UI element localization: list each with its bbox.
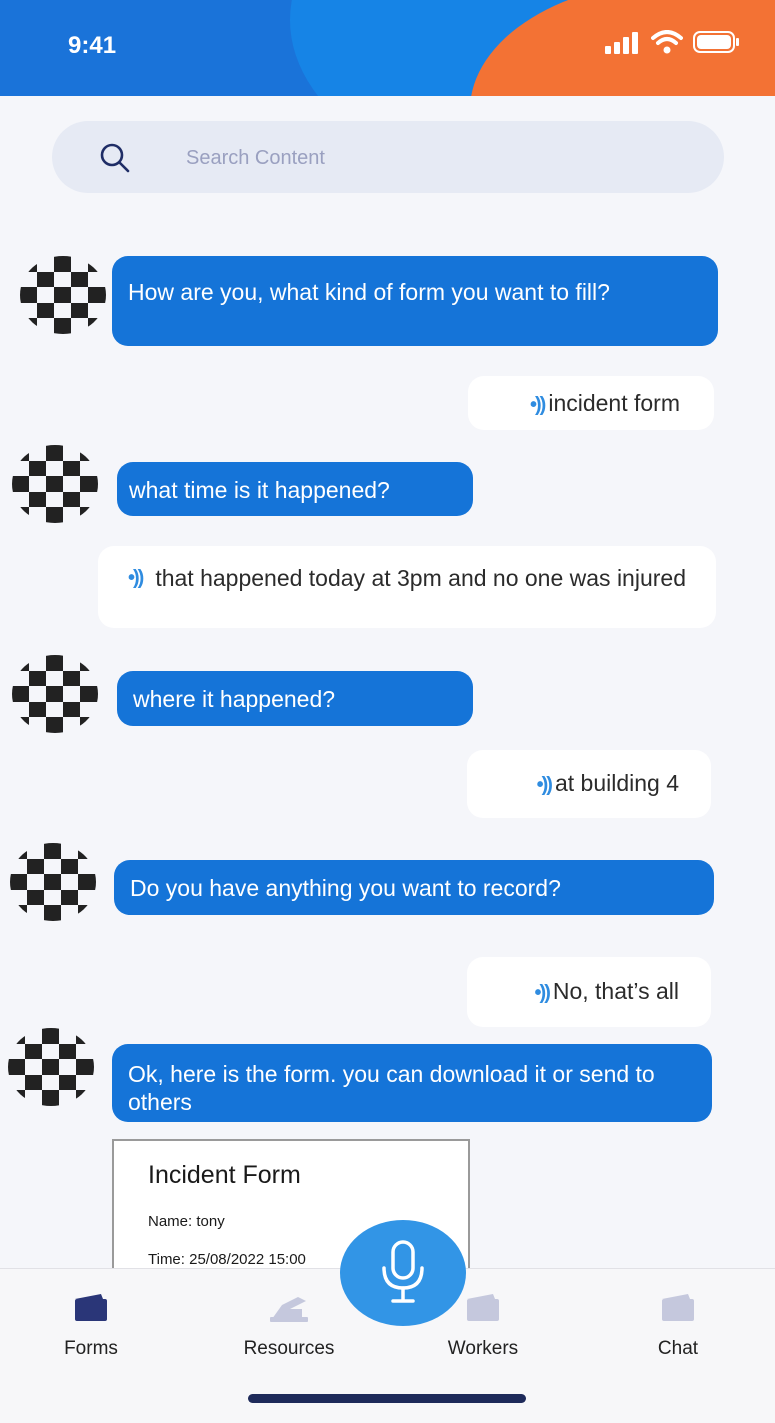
bot-message-text: what time is it happened? — [129, 477, 390, 503]
tab-forms-label: Forms — [64, 1338, 118, 1359]
status-bar: 9:41 — [0, 0, 775, 96]
form-preview-title: Incident Form — [148, 1161, 301, 1189]
user-message: •)) at building 4 — [467, 750, 711, 818]
search-icon — [100, 143, 130, 173]
user-message-text: that happened today at 3pm and no one wa… — [155, 565, 686, 591]
search-bar[interactable] — [52, 121, 724, 193]
status-icons — [605, 30, 741, 54]
bot-message-text: Do you have anything you want to record? — [130, 875, 561, 901]
wallet-icon — [662, 1294, 694, 1321]
bot-message: Ok, here is the form. you can download i… — [112, 1044, 712, 1122]
bot-message: what time is it happened? — [117, 462, 473, 516]
battery-icon — [693, 31, 739, 53]
user-message: •)) incident form — [468, 376, 714, 430]
bot-avatar — [12, 445, 98, 523]
bot-avatar — [20, 256, 106, 334]
search-input[interactable] — [184, 141, 668, 175]
wallet-icon — [75, 1294, 107, 1321]
microphone-button[interactable] — [340, 1220, 466, 1326]
bot-message-text: Ok, here is the form. you can download i… — [128, 1061, 655, 1115]
tab-chat-label: Chat — [657, 1338, 699, 1359]
bot-message-text: where it happened? — [133, 686, 336, 712]
status-time: 9:41 — [68, 32, 117, 59]
form-preview-time: Time: 25/08/2022 15:00 — [148, 1251, 306, 1268]
microphone-icon — [382, 1240, 424, 1303]
user-message-text: No, that’s all — [552, 978, 679, 1004]
user-message-text: at building 4 — [554, 770, 679, 796]
bot-message-text: How are you, what kind of form you want … — [128, 279, 610, 305]
bot-message: How are you, what kind of form you want … — [112, 256, 718, 346]
resources-icon — [270, 1297, 308, 1322]
wallet-icon — [467, 1294, 499, 1321]
voice-icon: •)) — [534, 982, 551, 1004]
voice-icon: •)) — [128, 567, 144, 589]
form-preview-name: Name: tony — [148, 1213, 225, 1230]
bot-avatar — [8, 1028, 94, 1106]
user-message: •)) No, that’s all — [467, 957, 711, 1027]
user-message: •)) that happened today at 3pm and no one… — [98, 546, 716, 628]
tab-resources[interactable]: Resources — [219, 1293, 359, 1360]
tab-forms[interactable]: Forms — [21, 1293, 161, 1360]
signal-icon — [605, 32, 638, 54]
bot-avatar — [12, 655, 98, 733]
home-indicator[interactable] — [248, 1394, 526, 1403]
voice-icon: •)) — [530, 394, 546, 416]
bot-message: Do you have anything you want to record? — [114, 860, 714, 915]
user-message-text: incident form — [548, 390, 680, 416]
bot-avatar — [10, 843, 96, 921]
tab-chat[interactable]: Chat — [608, 1293, 748, 1360]
tab-workers-label: Workers — [447, 1338, 519, 1359]
voice-icon: •)) — [536, 774, 553, 796]
wifi-icon — [651, 30, 683, 54]
tab-resources-label: Resources — [243, 1338, 335, 1359]
bot-message: where it happened? — [117, 671, 473, 726]
